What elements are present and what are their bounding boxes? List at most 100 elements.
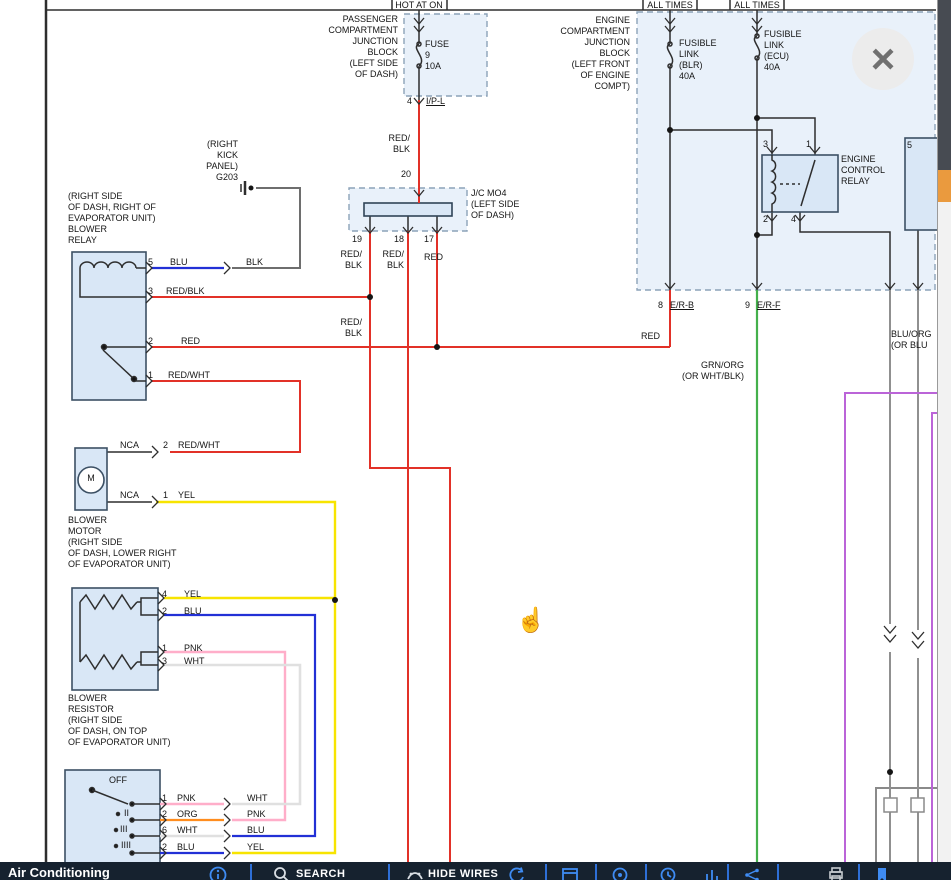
ecr-pin-1: 1 xyxy=(801,139,811,150)
toolbar-divider xyxy=(858,864,860,880)
ground-g203-label: (RIGHT KICK PANEL) G203 xyxy=(178,139,238,183)
wire-label-blk: BLK xyxy=(246,257,263,268)
jc-mo4-bus xyxy=(364,203,452,216)
ecr-pin-2: 2 xyxy=(758,214,768,225)
toolbar-divider xyxy=(777,864,779,880)
switch-pin-2b: 2 xyxy=(162,842,167,853)
cut-relay-pin-5: 5 xyxy=(907,140,912,151)
circuit-erf-label: E/R-F xyxy=(757,300,781,311)
wire-label-red-mid: RED xyxy=(641,331,660,342)
relay-pin-3: 3 xyxy=(148,286,153,297)
hide-wires-icon[interactable] xyxy=(405,865,425,880)
motor-nca-2: NCA xyxy=(120,490,139,501)
switch-stub-wht: WHT xyxy=(177,825,198,836)
wire-label-redblk-below: RED/ BLK xyxy=(328,317,362,339)
blower-relay-label: (RIGHT SIDE OF DASH, RIGHT OF EVAPORATOR… xyxy=(68,191,156,246)
pin-18-label: 18 xyxy=(392,234,404,245)
toolbar-divider xyxy=(727,864,729,880)
window-icon[interactable] xyxy=(560,865,580,880)
wire-label-redblk-relay: RED/BLK xyxy=(166,286,205,297)
switch-pin-1: 1 xyxy=(162,793,167,804)
resistor-pin-2: 2 xyxy=(162,606,167,617)
jc-mo4-label: J/C MO4 (LEFT SIDE OF DASH) xyxy=(471,188,519,221)
wire-label-yel-resistor: YEL xyxy=(184,589,201,600)
motor-nca-1: NCA xyxy=(120,440,139,451)
search-button[interactable]: SEARCH xyxy=(296,868,345,880)
close-button[interactable]: × xyxy=(852,28,914,90)
switch-pin-6: 6 xyxy=(162,825,167,836)
wiring-diagram-viewer[interactable]: HOT AT ON ALL TIMES ALL TIMES PASSENGER … xyxy=(0,0,951,880)
print-icon[interactable] xyxy=(826,865,846,880)
resistor-pin-4: 4 xyxy=(162,589,167,600)
stats-bars-icon[interactable] xyxy=(702,865,722,880)
info-icon[interactable] xyxy=(208,865,228,880)
wire-label-yel-switch: YEL xyxy=(247,842,264,853)
pin-19-label: 19 xyxy=(346,234,362,245)
wire-label-wht-switch: WHT xyxy=(247,793,268,804)
power-label-all-times-2: ALL TIMES xyxy=(730,0,784,11)
pin-9-label: 9 xyxy=(740,300,750,311)
motor-m-symbol: M xyxy=(84,473,98,484)
toolbar-divider xyxy=(545,864,547,880)
passenger-junction-label: PASSENGER COMPARTMENT JUNCTION BLOCK (LE… xyxy=(298,14,398,80)
wire-label-grnorg: GRN/ORG (OR WHT/BLK) xyxy=(650,360,744,382)
wire-label-redblk-18: RED/ BLK xyxy=(378,249,404,271)
switch-stub-org: ORG xyxy=(177,809,198,820)
scrollbar-thumb[interactable] xyxy=(938,170,951,202)
wire-label-redwht-relay: RED/WHT xyxy=(168,370,210,381)
scrollbar-track-dark xyxy=(938,0,951,170)
wire-label-blu: BLU xyxy=(170,257,188,268)
scrollbar[interactable] xyxy=(937,0,951,880)
pin-8-label: 8 xyxy=(653,300,663,311)
wire-label-redblk-top: RED/ BLK xyxy=(368,133,410,155)
wire-label-blu-switch: BLU xyxy=(247,825,265,836)
wire-black-to-ground xyxy=(232,188,300,268)
switch-pos-ii: II xyxy=(124,808,129,819)
wire-label-red-17: RED xyxy=(424,252,443,263)
engine-junction-label: ENGINE COMPARTMENT JUNCTION BLOCK (LEFT … xyxy=(536,15,630,92)
motor-pin-1: 1 xyxy=(163,490,168,501)
wire-label-pnk-switch: PNK xyxy=(247,809,266,820)
power-label-hot-at-on: HOT AT ON xyxy=(388,0,450,11)
toolbar-title: Air Conditioning xyxy=(8,865,110,880)
mouse-cursor: ☝ xyxy=(516,606,546,635)
engine-control-relay-label: ENGINE CONTROL RELAY xyxy=(841,154,885,187)
relay-pin-1: 1 xyxy=(148,370,153,381)
toolbar-divider xyxy=(250,864,252,880)
wire-label-redblk-19: RED/ BLK xyxy=(328,249,362,271)
switch-pos-iiii: IIII xyxy=(121,840,131,851)
hide-wires-button[interactable]: HIDE WIRES xyxy=(428,868,498,880)
search-icon[interactable] xyxy=(272,865,292,880)
switch-stub-pnk: PNK xyxy=(177,793,196,804)
fusible-link-blr-label: FUSIBLE LINK (BLR) 40A xyxy=(679,38,717,82)
switch-off-label: OFF xyxy=(109,775,127,786)
relay-pin-2: 2 xyxy=(148,336,153,347)
switch-pos-iii: III xyxy=(120,824,128,835)
circuit-erb-label: E/R-B xyxy=(670,300,694,311)
switch-stub-blu: BLU xyxy=(177,842,195,853)
pin-4-label: 4 xyxy=(400,96,412,107)
power-label-all-times-1: ALL TIMES xyxy=(643,0,697,11)
motor-pin-2: 2 xyxy=(163,440,168,451)
fuse-9-label: FUSE 9 10A xyxy=(425,39,449,72)
blower-motor-label: BLOWER MOTOR (RIGHT SIDE OF DASH, LOWER … xyxy=(68,515,177,570)
share-icon[interactable] xyxy=(742,865,762,880)
record-circle-icon[interactable] xyxy=(610,865,630,880)
wire-label-red-relay: RED xyxy=(181,336,200,347)
bottom-toolbar: Air Conditioning SEARCH HIDE WIRES xyxy=(0,862,951,880)
ecr-pin-3: 3 xyxy=(758,139,768,150)
toolbar-divider xyxy=(388,864,390,880)
bookmark-icon[interactable] xyxy=(872,865,892,880)
undo-icon[interactable] xyxy=(507,865,527,880)
toolbar-divider xyxy=(645,864,647,880)
wire-label-redwht-motor: RED/WHT xyxy=(178,440,220,451)
fusible-link-ecu-label: FUSIBLE LINK (ECU) 40A xyxy=(764,29,802,73)
ground-g203-symbol xyxy=(241,181,254,195)
wires-gray xyxy=(890,290,918,788)
ecr-pin-4: 4 xyxy=(786,214,796,225)
relay-pin-5: 5 xyxy=(148,257,153,268)
clock-icon[interactable] xyxy=(658,865,678,880)
wire-label-yel-motor: YEL xyxy=(178,490,195,501)
diagram-canvas xyxy=(0,0,951,880)
wire-label-pnk-resistor: PNK xyxy=(184,643,203,654)
